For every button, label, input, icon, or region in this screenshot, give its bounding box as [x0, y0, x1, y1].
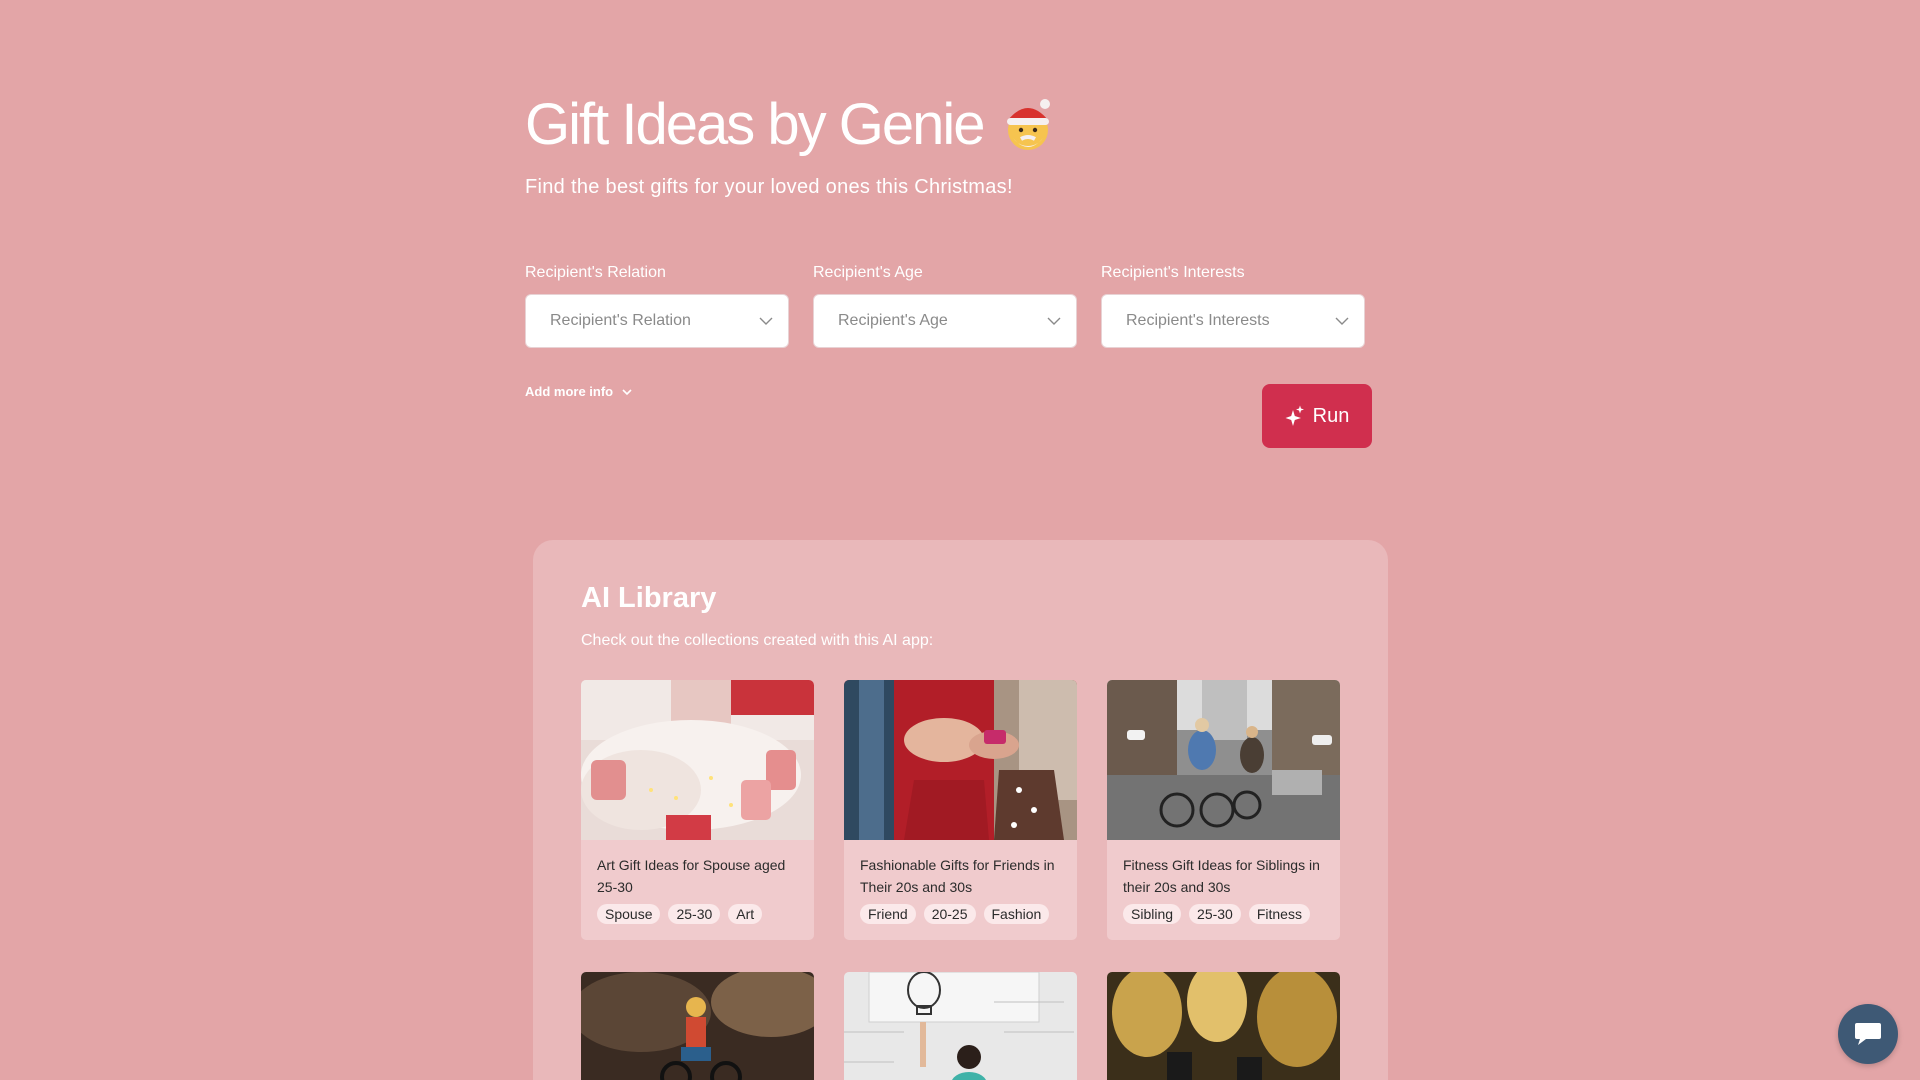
tag-list: Spouse 25-30 Art — [597, 904, 798, 924]
tag-list: Sibling 25-30 Fitness — [1123, 904, 1324, 924]
relation-select[interactable]: Recipient's Relation — [525, 294, 789, 348]
interests-label: Recipient's Interests — [1101, 264, 1245, 281]
collection-card[interactable] — [1107, 972, 1340, 1080]
hero-section: Gift Ideas by Genie Find the best gifts … — [525, 90, 1395, 199]
tag: Spouse — [597, 904, 661, 924]
card-image-lightbulb — [844, 972, 1077, 1080]
collection-card-art[interactable]: Art Gift Ideas for Spouse aged 25-30 Spo… — [581, 680, 814, 940]
card-image-cyclists — [1107, 680, 1340, 840]
tag: Art — [728, 904, 763, 924]
recipient-form: Recipient's Relation Recipient's Relatio… — [525, 264, 1365, 348]
card-title: Fitness Gift Ideas for Siblings in their… — [1123, 857, 1320, 895]
page-subtitle: Find the best gifts for your loved ones … — [525, 176, 1013, 198]
card-image-candles — [581, 680, 814, 840]
tag-list: Friend 20-25 Fashion — [860, 904, 1061, 924]
card-image-shopping — [844, 680, 1077, 840]
title-row: Gift Ideas by Genie — [525, 90, 1395, 160]
tag: Fitness — [1248, 904, 1310, 924]
relation-field: Recipient's Relation Recipient's Relatio… — [525, 264, 789, 348]
relation-placeholder: Recipient's Relation — [550, 312, 691, 329]
collection-card-fitness[interactable]: Fitness Gift Ideas for Siblings in their… — [1107, 680, 1340, 940]
card-image-toy-figure — [581, 972, 814, 1080]
tag: 25-30 — [668, 904, 721, 924]
card-body: Art Gift Ideas for Spouse aged 25-30 Spo… — [581, 840, 814, 924]
card-title: Fashionable Gifts for Friends in Their 2… — [860, 857, 1055, 895]
age-select[interactable]: Recipient's Age — [813, 294, 1077, 348]
page: Gift Ideas by Genie Find the best gifts … — [0, 0, 1920, 1080]
chevron-down-icon — [622, 388, 632, 395]
collection-card[interactable] — [844, 972, 1077, 1080]
run-label: Run — [1312, 404, 1350, 427]
interests-placeholder: Recipient's Interests — [1126, 312, 1270, 329]
tag: 20-25 — [923, 904, 976, 924]
collection-card[interactable] — [581, 972, 814, 1080]
tag: 25-30 — [1189, 904, 1241, 924]
interests-select[interactable]: Recipient's Interests — [1101, 294, 1365, 348]
interests-field: Recipient's Interests Recipient's Intere… — [1101, 264, 1365, 348]
run-button[interactable]: Run — [1262, 384, 1372, 448]
page-title: Gift Ideas by Genie — [525, 92, 985, 157]
card-image-gold-balloons — [1107, 972, 1340, 1080]
santa-face-icon — [1001, 96, 1055, 154]
card-body: Fashionable Gifts for Friends in Their 2… — [844, 840, 1077, 924]
age-placeholder: Recipient's Age — [838, 312, 948, 329]
ai-library-panel: AI Library Check out the collections cre… — [533, 540, 1388, 1080]
collection-grid: Art Gift Ideas for Spouse aged 25-30 Spo… — [581, 680, 1340, 1080]
collection-card-fashion[interactable]: Fashionable Gifts for Friends in Their 2… — [844, 680, 1077, 940]
chat-bubble-icon — [1855, 1023, 1881, 1045]
tag: Friend — [860, 904, 916, 924]
add-more-info-label: Add more info — [525, 384, 614, 399]
card-body: Fitness Gift Ideas for Siblings in their… — [1107, 840, 1340, 924]
add-more-info-toggle[interactable]: Add more info — [525, 384, 633, 399]
card-title: Art Gift Ideas for Spouse aged 25-30 — [597, 857, 786, 895]
chevron-down-icon — [1335, 317, 1349, 325]
sparkles-icon — [1285, 405, 1304, 426]
tag: Fashion — [983, 904, 1050, 924]
relation-label: Recipient's Relation — [525, 264, 666, 281]
chevron-down-icon — [759, 317, 773, 325]
tag: Sibling — [1123, 904, 1182, 924]
library-title: AI Library — [581, 582, 717, 614]
chat-widget-button[interactable] — [1838, 1004, 1898, 1064]
library-subtitle: Check out the collections created with t… — [581, 632, 934, 649]
age-field: Recipient's Age Recipient's Age — [813, 264, 1077, 348]
age-label: Recipient's Age — [813, 264, 923, 281]
chevron-down-icon — [1047, 317, 1061, 325]
